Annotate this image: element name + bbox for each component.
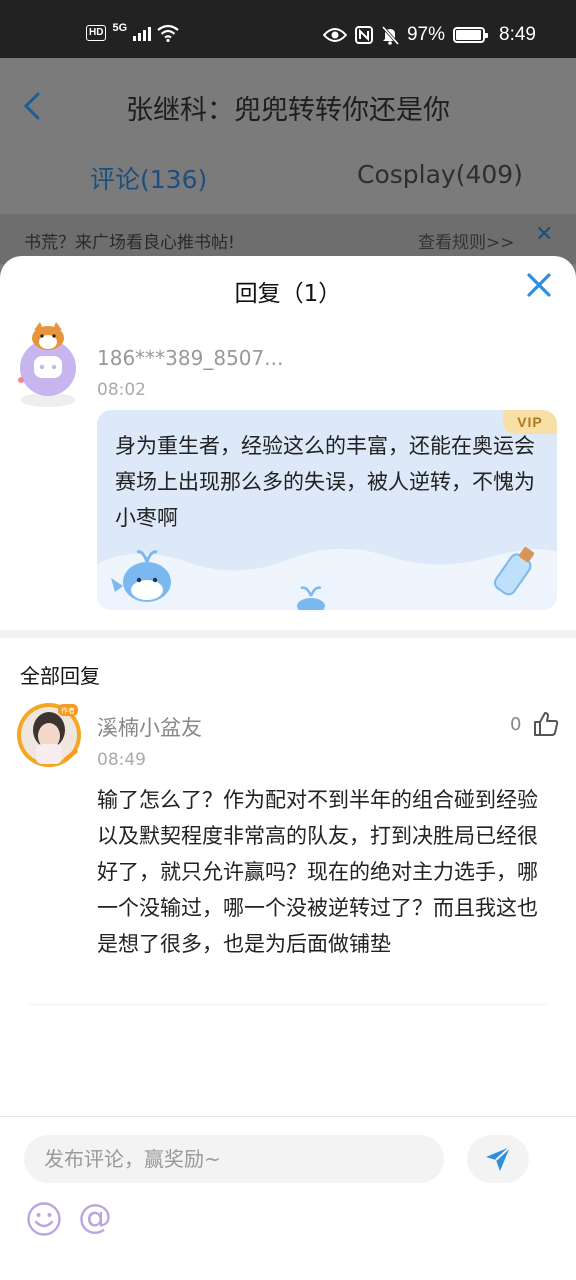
- close-notice-icon[interactable]: ✕: [535, 222, 553, 247]
- original-time: 08:02: [97, 380, 146, 400]
- status-right: 97% 8:49: [322, 24, 536, 46]
- reply-text: 输了怎么了？作为配对不到半年的组合碰到经验以及默契程度非常高的队友，打到决胜局已…: [97, 788, 538, 956]
- nfc-icon: [354, 26, 373, 44]
- mention-icon[interactable]: @: [78, 1197, 112, 1237]
- background-page: 张继科：兜兜转转你还是你 评论(136) Cosplay(409) 书荒？来广场…: [0, 58, 576, 278]
- comment-bubble[interactable]: VIP 身为重生者，经验这么的丰富，还能在奥运会赛场上出现那么多的失误，被人逆转…: [97, 410, 557, 610]
- section-divider: [0, 630, 576, 638]
- avatar[interactable]: [14, 318, 90, 410]
- like-count: 0: [510, 714, 522, 735]
- page-title: 张继科：兜兜转转你还是你: [126, 95, 450, 126]
- reply-username[interactable]: 溪楠小盆友: [97, 712, 202, 742]
- rules-link[interactable]: 查看规则>>: [418, 228, 515, 253]
- wifi-icon: [157, 24, 179, 42]
- bubble-decoration: [97, 547, 557, 610]
- comment-input-bar: 发布评论，赢奖励~ @: [0, 1116, 576, 1280]
- battery-percent: 97%: [406, 24, 446, 45]
- tab-bar: 评论(136) Cosplay(409): [0, 136, 576, 214]
- battery-icon: [453, 27, 489, 43]
- status-bar: HD 5G 97% 8:49: [0, 0, 576, 58]
- tab-cosplay[interactable]: Cosplay(409): [357, 160, 523, 189]
- reply-sheet: 回复（1） 186***389_8507... 08:02 VIP 身为重生者，…: [0, 256, 576, 1280]
- hd-indicator: HD: [86, 25, 107, 41]
- comment-input[interactable]: 发布评论，赢奖励~: [24, 1135, 444, 1183]
- eye-icon: [322, 28, 347, 42]
- send-button[interactable]: [467, 1135, 529, 1183]
- send-icon: [486, 1146, 511, 1171]
- status-left: HD 5G: [86, 22, 179, 42]
- avatar[interactable]: 作者: [14, 700, 84, 770]
- network-type: 5G: [112, 22, 128, 34]
- signal-icon: [133, 25, 152, 41]
- notice-text[interactable]: 书荒？来广场看良心推书帖!: [24, 228, 235, 253]
- sheet-title: 回复（1）: [234, 281, 342, 307]
- original-comment-text: 身为重生者，经验这么的丰富，还能在奥运会赛场上出现那么多的失误，被人逆转，不愧为…: [115, 434, 535, 530]
- original-username[interactable]: 186***389_8507...: [97, 346, 283, 370]
- close-icon[interactable]: [524, 270, 554, 300]
- thumbs-up-icon[interactable]: [532, 710, 560, 738]
- mute-bell-icon: [381, 25, 399, 45]
- all-replies-heading: 全部回复: [20, 664, 100, 688]
- emoji-icon[interactable]: [26, 1201, 62, 1237]
- svg-text:作者: 作者: [61, 706, 75, 715]
- reply-divider: [30, 1004, 546, 1005]
- reply-time: 08:49: [97, 750, 146, 770]
- tab-comments[interactable]: 评论(136): [90, 160, 207, 196]
- clock: 8:49: [499, 24, 536, 45]
